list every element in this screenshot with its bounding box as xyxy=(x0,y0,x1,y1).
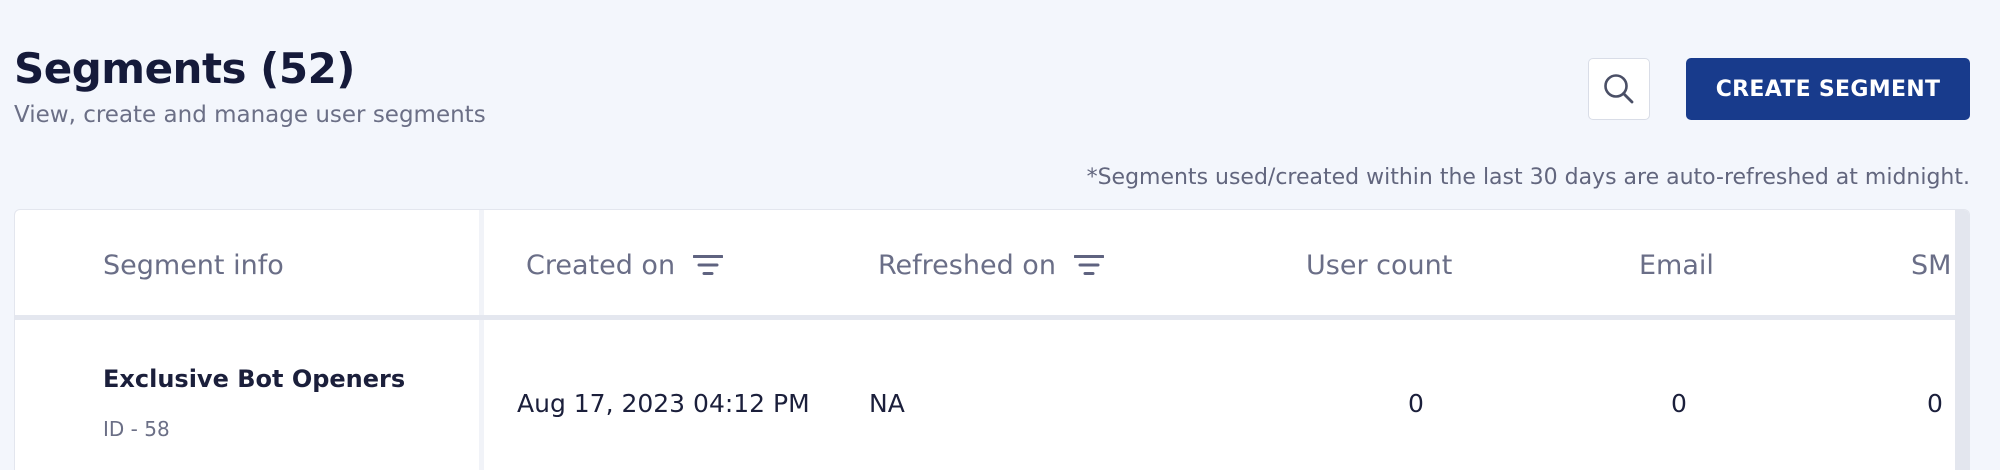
auto-refresh-note: *Segments used/created within the last 3… xyxy=(1086,165,1970,190)
page-subtitle: View, create and manage user segments xyxy=(14,102,486,128)
column-header-refreshed-on: Refreshed on xyxy=(878,210,1104,320)
column-header-created-on: Created on xyxy=(526,210,724,320)
column-header-label: Segment info xyxy=(103,249,284,281)
page-title: Segments (52) xyxy=(14,44,355,93)
table-header: Segment info Created on Refreshed on Use… xyxy=(15,210,1969,320)
column-header-label: Email xyxy=(1639,249,1714,281)
search-icon xyxy=(1604,74,1634,104)
create-segment-button[interactable]: CREATE SEGMENT xyxy=(1686,58,1970,120)
refreshed-on-cell: NA xyxy=(869,389,905,418)
column-header-label: User count xyxy=(1306,249,1453,281)
column-header-user-count: User count xyxy=(1306,210,1452,320)
search-button[interactable] xyxy=(1588,58,1650,120)
filter-icon[interactable] xyxy=(1073,254,1104,276)
user-count-cell: 0 xyxy=(1408,389,1424,418)
column-header-label: Created on xyxy=(526,249,676,281)
table-row[interactable]: Exclusive Bot Openers ID - 58 Aug 17, 20… xyxy=(15,325,1969,470)
sms-count-cell: 0 xyxy=(1927,389,1943,418)
column-header-label: SM xyxy=(1911,249,1952,281)
horizontal-scroll-track[interactable] xyxy=(1955,210,1969,470)
segment-name[interactable]: Exclusive Bot Openers xyxy=(103,365,405,393)
created-on-cell: Aug 17, 2023 04:12 PM xyxy=(517,389,810,418)
column-header-label: Refreshed on xyxy=(878,249,1056,281)
filter-icon[interactable] xyxy=(693,254,724,276)
segments-table: Segment info Created on Refreshed on Use… xyxy=(14,209,1970,470)
email-count-cell: 0 xyxy=(1671,389,1687,418)
column-header-segment-info: Segment info xyxy=(103,210,284,320)
column-header-sms: SM xyxy=(1911,210,1951,320)
segment-id: ID - 58 xyxy=(103,417,170,441)
column-header-email: Email xyxy=(1639,210,1714,320)
